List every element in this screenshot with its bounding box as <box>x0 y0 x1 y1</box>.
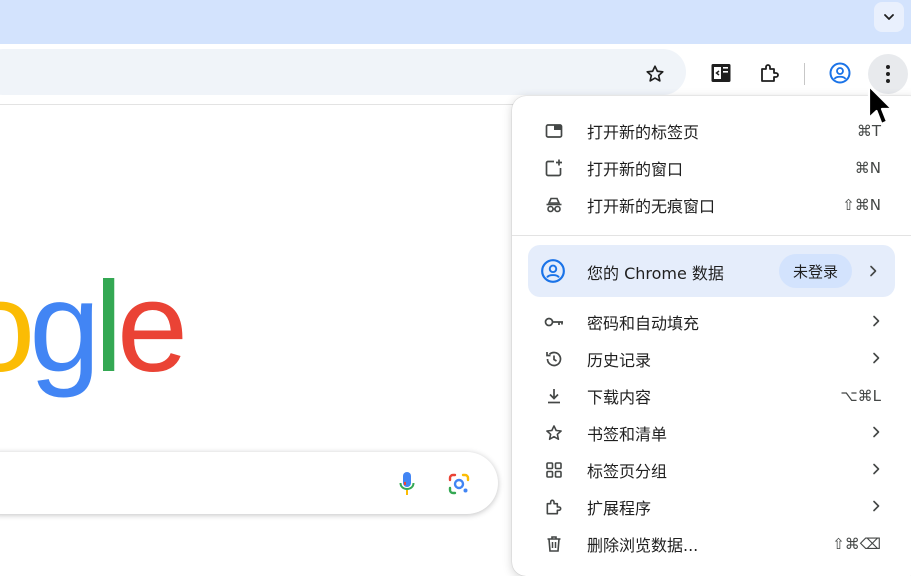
tab-groups-icon <box>543 459 565 481</box>
download-icon <box>543 385 565 407</box>
menu-item-label: 扩展程序 <box>587 498 652 518</box>
key-icon <box>543 311 565 333</box>
tab-search-button[interactable] <box>874 2 904 32</box>
menu-item-bookmarks-lists[interactable]: 书签和清单 <box>512 414 911 451</box>
menu-item-shortcut: ⌘N <box>854 158 881 177</box>
profile-label: 您的 Chrome 数据 <box>587 264 724 283</box>
extensions-button[interactable] <box>756 59 784 87</box>
chevron-right-icon <box>873 500 880 512</box>
microphone-icon[interactable] <box>399 471 415 497</box>
search-box[interactable] <box>0 452 498 514</box>
menu-item-extensions[interactable]: 扩展程序 <box>512 488 911 525</box>
menu-item-label: 删除浏览数据... <box>587 535 699 555</box>
menu-item-label: 下载内容 <box>587 387 652 407</box>
sign-in-status-badge: 未登录 <box>779 254 853 288</box>
google-lens-icon[interactable] <box>447 472 471 496</box>
menu-item-clear-browsing-data[interactable]: 删除浏览数据... ⇧⌘⌫ <box>512 525 911 562</box>
chrome-main-menu: 打开新的标签页 ⌘T 打开新的窗口 ⌘N 打开新的无痕窗口 ⇧⌘N 您的 Chr… <box>512 96 911 576</box>
menu-item-label: 密码和自动填充 <box>587 313 700 333</box>
menu-item-shortcut: ⌥⌘L <box>840 386 881 405</box>
logo-letter: o <box>0 264 35 392</box>
menu-item-downloads[interactable]: 下载内容 ⌥⌘L <box>512 377 911 414</box>
toolbar-separator <box>804 63 805 85</box>
account-circle-icon <box>829 62 851 84</box>
chevron-right-icon <box>873 426 880 438</box>
menu-item-shortcut: ⇧⌘⌫ <box>832 534 881 553</box>
mouse-pointer-icon <box>867 84 894 126</box>
puzzle-icon <box>761 64 779 82</box>
bookmark-star-button[interactable] <box>641 60 669 88</box>
side-panel-icon <box>711 64 731 82</box>
star-icon <box>646 65 664 82</box>
menu-item-history[interactable]: 历史记录 <box>512 340 911 377</box>
extensions-icon <box>543 496 565 518</box>
menu-item-label: 打开新的窗口 <box>587 159 684 179</box>
menu-item-profile[interactable]: 您的 Chrome 数据 未登录 <box>528 245 895 297</box>
logo-letter: l <box>94 256 123 399</box>
reading-mode-button[interactable] <box>707 59 735 87</box>
chevron-down-icon <box>884 14 894 20</box>
chevron-right-icon <box>873 463 880 475</box>
menu-item-label: 书签和清单 <box>587 424 668 444</box>
menu-item-new-window[interactable]: 打开新的窗口 ⌘N <box>512 149 911 186</box>
chevron-right-icon <box>873 315 880 327</box>
address-bar[interactable] <box>0 49 686 95</box>
menu-item-label: 打开新的标签页 <box>587 122 700 142</box>
trash-icon <box>543 533 565 555</box>
google-logo: ogle <box>0 256 188 399</box>
menu-item-passwords-autofill[interactable]: 密码和自动填充 <box>512 303 911 340</box>
chevron-right-icon <box>870 265 877 277</box>
chevron-right-icon <box>873 352 880 364</box>
new-tab-icon <box>543 120 565 142</box>
tab-strip <box>0 0 911 44</box>
incognito-icon <box>543 194 565 216</box>
star-icon <box>543 422 565 444</box>
logo-letter: e <box>116 256 188 399</box>
history-icon <box>543 348 565 370</box>
profile-button[interactable] <box>826 59 854 87</box>
new-window-icon <box>543 157 565 179</box>
logo-letter: g <box>29 256 100 399</box>
menu-item-label: 标签页分组 <box>587 461 668 481</box>
menu-item-label: 历史记录 <box>587 350 652 370</box>
menu-item-new-tab[interactable]: 打开新的标签页 ⌘T <box>512 112 911 149</box>
menu-divider <box>512 235 911 236</box>
menu-item-label: 打开新的无痕窗口 <box>587 196 716 216</box>
menu-item-tab-groups[interactable]: 标签页分组 <box>512 451 911 488</box>
menu-item-new-incognito-window[interactable]: 打开新的无痕窗口 ⇧⌘N <box>512 186 911 223</box>
menu-item-shortcut: ⇧⌘N <box>842 195 881 214</box>
profile-icon <box>540 258 566 288</box>
